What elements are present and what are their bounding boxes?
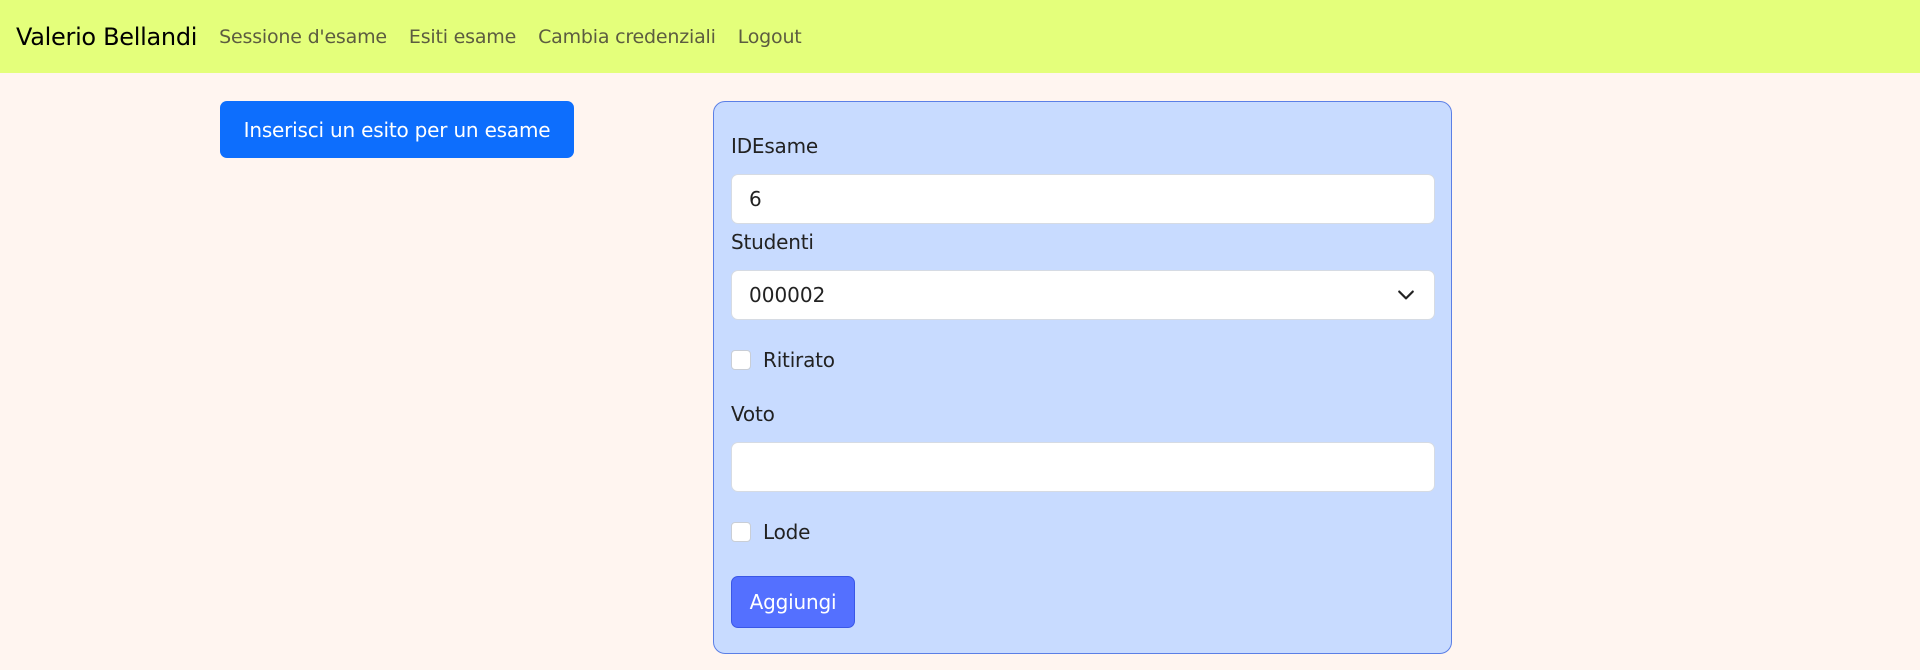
ritirato-checkbox[interactable] [731, 350, 751, 370]
idesame-input[interactable] [731, 174, 1435, 224]
nav-link-sessione-esame[interactable]: Sessione d'esame [219, 26, 387, 48]
studenti-label: Studenti [731, 230, 814, 254]
chevron-down-icon [1398, 290, 1414, 300]
nav-link-logout[interactable]: Logout [738, 26, 802, 48]
studenti-selected-value: 000002 [749, 283, 826, 307]
lode-checkbox[interactable] [731, 522, 751, 542]
ritirato-row[interactable]: Ritirato [731, 348, 835, 372]
nav-link-esiti-esame[interactable]: Esiti esame [409, 26, 516, 48]
add-result-form: IDEsame Studenti 000002 Ritirato Voto Lo… [713, 101, 1452, 654]
brand-title[interactable]: Valerio Bellandi [16, 23, 197, 51]
studenti-select[interactable]: 000002 [731, 270, 1435, 320]
voto-input[interactable] [731, 442, 1435, 492]
lode-row[interactable]: Lode [731, 520, 810, 544]
nav-links: Sessione d'esame Esiti esame Cambia cred… [219, 26, 823, 48]
lode-label: Lode [763, 520, 811, 544]
idesame-label: IDEsame [731, 134, 818, 158]
voto-label: Voto [731, 402, 775, 426]
navbar: Valerio Bellandi Sessione d'esame Esiti … [0, 0, 1920, 73]
insert-result-button[interactable]: Inserisci un esito per un esame [220, 101, 574, 158]
add-button[interactable]: Aggiungi [731, 576, 855, 628]
nav-link-cambia-credenziali[interactable]: Cambia credenziali [538, 26, 716, 48]
ritirato-label: Ritirato [763, 348, 835, 372]
